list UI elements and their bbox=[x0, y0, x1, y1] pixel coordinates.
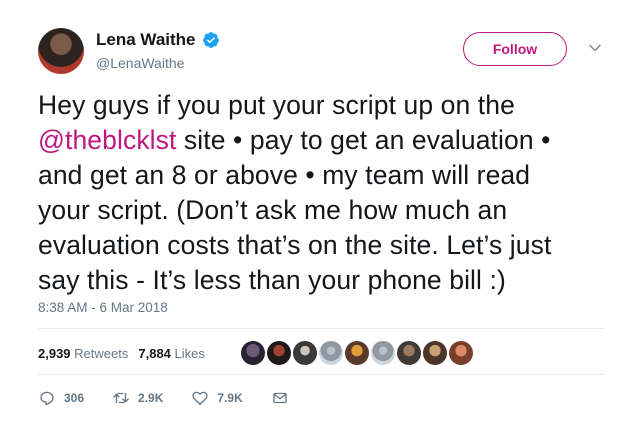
reply-count: 306 bbox=[64, 391, 85, 405]
liker-avatar[interactable] bbox=[345, 341, 369, 365]
liker-avatar[interactable] bbox=[293, 341, 317, 365]
retweets-count: 2,939 bbox=[38, 346, 71, 361]
message-button[interactable] bbox=[271, 389, 289, 407]
retweets-stat[interactable]: 2,939 Retweets bbox=[38, 346, 128, 361]
retweet-icon bbox=[113, 392, 129, 404]
verified-badge-icon bbox=[202, 32, 219, 48]
heart-icon bbox=[192, 391, 208, 406]
chevron-down-icon[interactable] bbox=[588, 41, 602, 55]
liker-avatar[interactable] bbox=[241, 341, 265, 365]
reply-button[interactable]: 306 bbox=[38, 389, 84, 407]
liker-avatar[interactable] bbox=[371, 341, 395, 365]
liker-avatar[interactable] bbox=[423, 341, 447, 365]
tweet-timestamp[interactable]: 8:38 AM - 6 Mar 2018 bbox=[38, 300, 168, 315]
follow-button[interactable]: Follow bbox=[463, 32, 567, 66]
author-handle[interactable]: @LenaWaithe bbox=[96, 55, 184, 71]
tweet-line: evaluation costs that’s on the site. Let… bbox=[38, 230, 552, 260]
tweet-line: @theblcklst site • pay to get an evaluat… bbox=[38, 123, 618, 158]
liker-avatar[interactable] bbox=[397, 341, 421, 365]
author-name-row: Lena Waithe bbox=[96, 30, 220, 50]
likes-count: 7,884 bbox=[138, 346, 171, 361]
tweet-line: say this - It’s less than your phone bil… bbox=[38, 265, 506, 295]
retweet-button[interactable]: 2.9K bbox=[112, 389, 163, 407]
like-button[interactable]: 7.9K bbox=[191, 389, 243, 407]
tweet-stats: 2,939 Retweets 7,884 Likes bbox=[38, 346, 205, 361]
mention-link[interactable]: @theblcklst bbox=[38, 125, 176, 155]
liker-avatar[interactable] bbox=[267, 341, 291, 365]
author-display-name[interactable]: Lena Waithe bbox=[96, 30, 196, 50]
tweet-line: Hey guys if you put your script up on th… bbox=[38, 90, 515, 120]
divider bbox=[38, 374, 604, 375]
author-avatar[interactable] bbox=[38, 28, 84, 74]
liker-avatar[interactable] bbox=[319, 341, 343, 365]
tweet-actions: 306 2.9K 7.9K bbox=[38, 389, 317, 407]
tweet-line-rest: site • pay to get an evaluation • bbox=[176, 125, 551, 155]
retweets-label: Retweets bbox=[74, 346, 129, 361]
reply-icon bbox=[40, 391, 54, 406]
tweet-line: your script. (Don’t ask me how much an bbox=[38, 195, 508, 225]
envelope-icon bbox=[273, 392, 287, 404]
tweet-text: Hey guys if you put your script up on th… bbox=[38, 88, 618, 298]
like-count: 7.9K bbox=[217, 391, 243, 405]
likes-stat[interactable]: 7,884 Likes bbox=[138, 346, 205, 361]
divider bbox=[38, 328, 604, 329]
tweet-line: and get an 8 or above • my team will rea… bbox=[38, 160, 531, 190]
likes-label: Likes bbox=[174, 346, 205, 361]
liker-avatar[interactable] bbox=[449, 341, 473, 365]
retweet-count: 2.9K bbox=[138, 391, 164, 405]
liker-avatars bbox=[241, 341, 473, 365]
